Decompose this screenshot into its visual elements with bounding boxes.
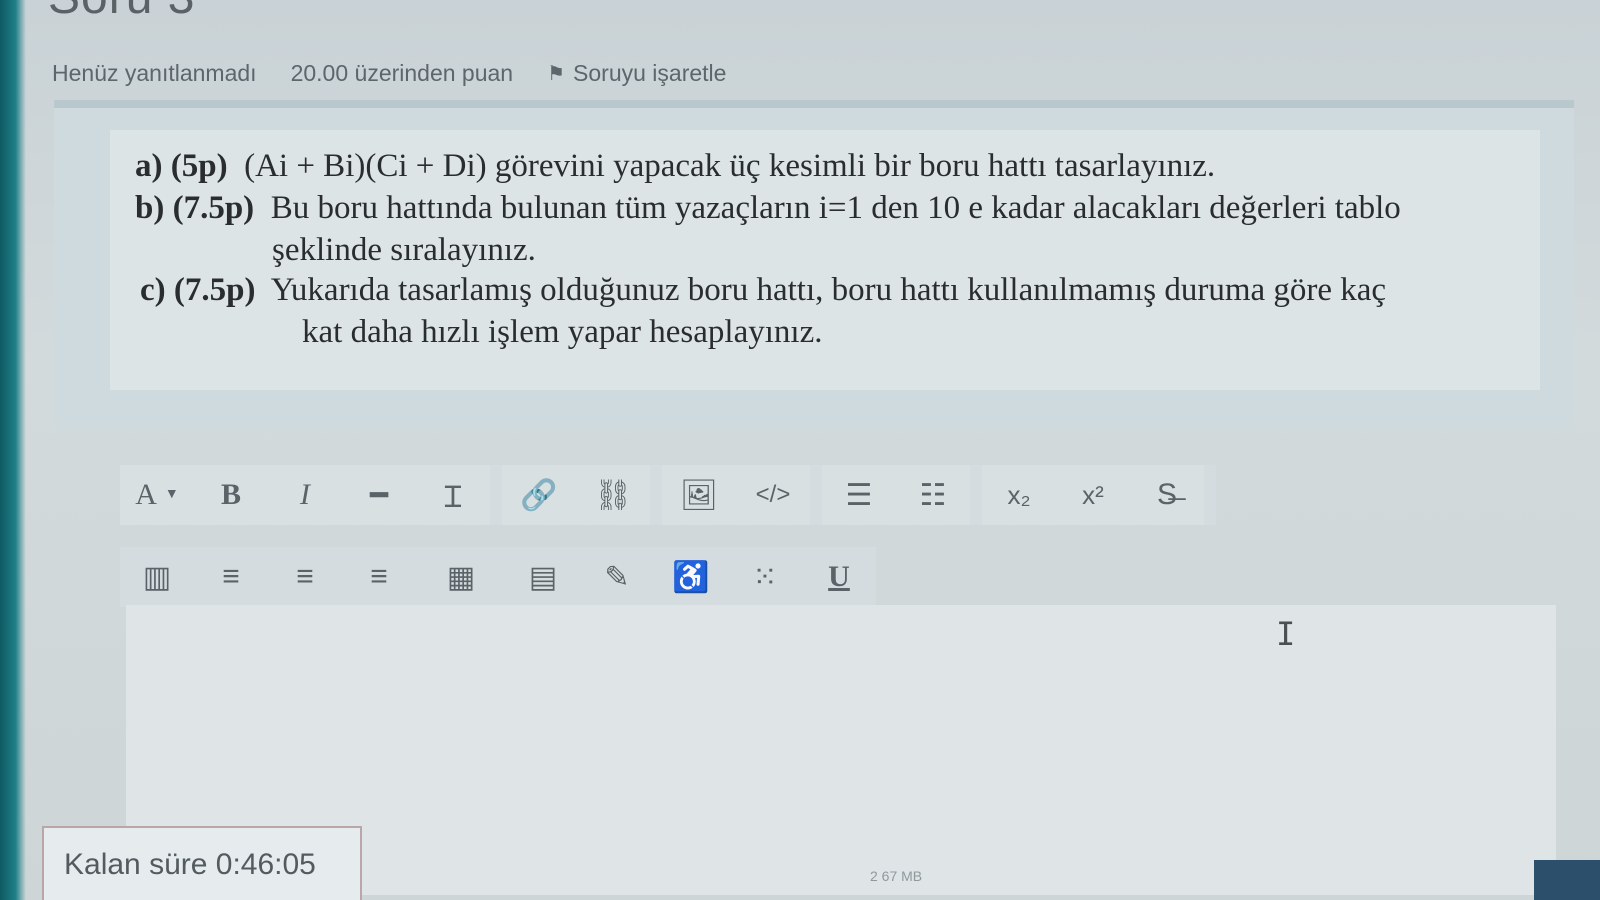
chevron-down-icon: ▼ — [164, 487, 179, 502]
question-line-c-cont: kat daha hızlı işlem yapar hesaplayınız. — [302, 314, 823, 350]
italic-button[interactable]: I — [268, 465, 342, 525]
edit-button[interactable]: ✎ — [580, 547, 654, 607]
screen-bezel — [0, 0, 26, 900]
time-remaining: Kalan süre 0:46:05 — [42, 826, 362, 900]
columns-button[interactable]: ▥ — [120, 547, 194, 607]
status-bar-text: 2 67 MB — [870, 868, 923, 884]
question-status: Henüz yanıtlanmadı — [52, 60, 257, 86]
question-points: 20.00 üzerinden puan — [290, 60, 514, 86]
question-meta: Henüz yanıtlanmadı 20.00 üzerinden puan … — [52, 60, 726, 87]
align-center-button[interactable]: ≡ — [268, 547, 342, 607]
toolbar-group-script: x₂ x² S̶ — [982, 465, 1204, 525]
flag-icon: ⚑ — [547, 63, 566, 85]
text-cursor-button[interactable]: Ɪ — [416, 465, 490, 525]
toolbar-row-1: A ▼ B I ━ Ɪ 🔗 ⛓ 🖼 </> ☰ ☷ x₂ x² S̶ — [120, 465, 1216, 525]
font-style-dropdown[interactable]: A ▼ — [120, 465, 194, 525]
question-line-b: b) (7.5p) Bu boru hattında bulunan tüm y… — [135, 190, 1401, 226]
flag-question-link[interactable]: ⚑ Soruyu işaretle — [547, 60, 726, 87]
toolbar-group-media: 🖼 </> — [662, 465, 810, 525]
strikethrough-button[interactable]: S̶ — [1130, 465, 1204, 525]
accessibility-button[interactable]: ♿ — [654, 547, 728, 607]
code-button[interactable]: </> — [736, 465, 810, 525]
numbered-list-button[interactable]: ☷ — [896, 465, 970, 525]
calculator-button[interactable]: ▤ — [506, 547, 580, 607]
flag-question-label: Soruyu işaretle — [573, 60, 727, 86]
unlink-button[interactable]: ⛓ — [576, 465, 650, 525]
question-line-a: a) (5p) (Ai + Bi)(Ci + Di) görevini yapa… — [135, 148, 1216, 184]
toolbar-group-lists: ☰ ☷ — [822, 465, 970, 525]
align-right-button[interactable]: ≡ — [342, 547, 416, 607]
table-button[interactable]: ▦ — [424, 547, 498, 607]
bold-button[interactable]: B — [194, 465, 268, 525]
text-cursor-icon: I — [1276, 615, 1296, 653]
underline-button[interactable]: U — [802, 547, 876, 607]
special-chars-button[interactable]: ⁙ — [728, 547, 802, 607]
image-button[interactable]: 🖼 — [662, 465, 736, 525]
question-title: Soru 3 — [48, 0, 195, 25]
superscript-button[interactable]: x² — [1056, 465, 1130, 525]
question-line-b-cont: şeklinde sıralayınız. — [272, 232, 536, 268]
screen-corner — [1534, 860, 1600, 900]
toolbar-group-style: A ▼ B I ━ Ɪ — [120, 465, 490, 525]
bullet-list-button[interactable]: ☰ — [822, 465, 896, 525]
toolbar-group-links: 🔗 ⛓ — [502, 465, 650, 525]
toolbar-row-2: ▥ ≡ ≡ ≡ ▦ ▤ ✎ ♿ ⁙ U — [120, 547, 876, 607]
subscript-button[interactable]: x₂ — [982, 465, 1056, 525]
link-button[interactable]: 🔗 — [502, 465, 576, 525]
align-left-button[interactable]: ≡ — [194, 547, 268, 607]
question-line-c: c) (7.5p) Yukarıda tasarlamış olduğunuz … — [140, 272, 1387, 308]
horizontal-rule-button[interactable]: ━ — [342, 465, 416, 525]
